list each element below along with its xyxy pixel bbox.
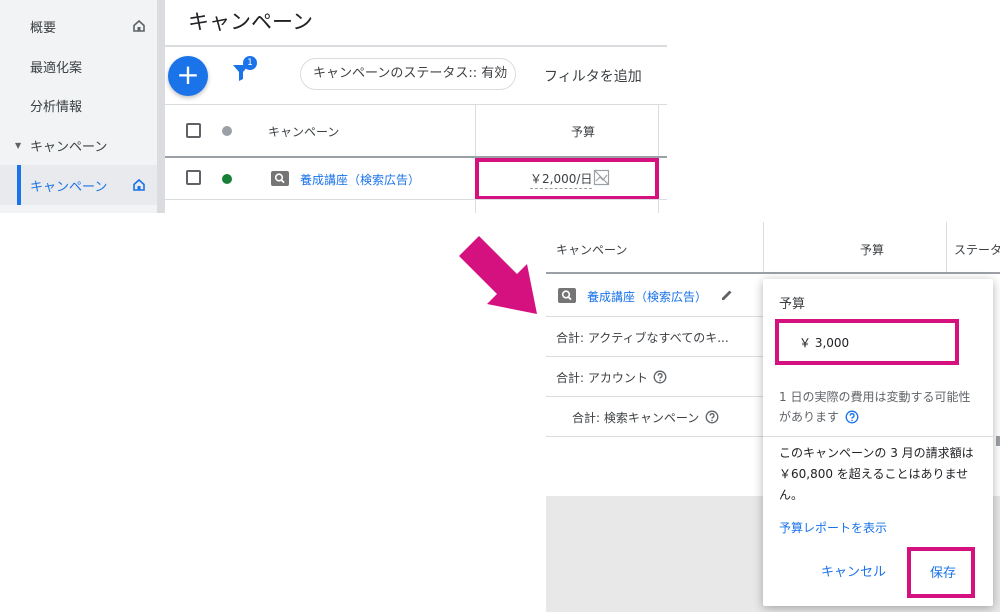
variance-note-text: 1 日の実際の費用は変動する可能性があります [779, 390, 971, 424]
column-header-budget[interactable]: 予算 [860, 241, 884, 258]
help-icon[interactable] [705, 410, 719, 424]
help-icon[interactable] [653, 370, 667, 384]
column-divider [946, 222, 947, 274]
row-checkbox[interactable] [186, 170, 201, 185]
divider [165, 45, 667, 47]
pencil-icon[interactable] [720, 288, 734, 302]
sidebar-item-label: 概要 [30, 20, 57, 36]
column-header-status[interactable]: ステータ [954, 241, 1000, 258]
select-all-checkbox[interactable] [186, 123, 201, 138]
total-row-label: 合計: アクティブなすべてのキ... [556, 331, 729, 345]
table-row: 合計: アカウント [546, 357, 763, 397]
save-highlight-box [907, 547, 975, 598]
search-campaign-icon [271, 171, 289, 186]
total-row-label: 合計: アカウント [556, 371, 648, 385]
sidebar-item-label: キャンペーン [30, 139, 108, 155]
home-icon [133, 178, 145, 191]
status-active-dot-icon [222, 174, 232, 184]
sidebar-group-campaigns[interactable]: ▼ キャンペーン [0, 125, 157, 165]
row-divider [165, 199, 667, 200]
sidebar-item-insights[interactable]: 分析情報 [0, 85, 157, 125]
popup-title: 予算 [779, 297, 806, 312]
active-indicator [17, 165, 21, 205]
column-header-campaign[interactable]: キャンペーン [556, 241, 627, 258]
divider [763, 436, 993, 437]
budget-highlight-box [475, 158, 659, 200]
top-screenshot: 概要 最適化案 分析情報 ▼ キャンペーン キャンペーン キャンペーン + 1 … [0, 0, 667, 213]
help-icon[interactable] [845, 410, 859, 424]
campaign-link[interactable]: 養成講座（検索広告） [300, 171, 420, 188]
status-dot-icon [222, 126, 232, 136]
sidebar-item-label: 分析情報 [30, 99, 83, 115]
campaign-link[interactable]: 養成講座（検索広告） [587, 288, 707, 305]
total-row-label: 合計: 検索キャンペーン [572, 411, 700, 425]
table-row: 合計: アクティブなすべてのキ... [546, 317, 763, 357]
search-campaign-icon [558, 288, 576, 303]
input-highlight-box [775, 319, 959, 365]
column-header-budget[interactable]: 予算 [571, 123, 595, 140]
add-filter-button[interactable]: フィルタを追加 [544, 66, 642, 86]
sidebar-item-overview[interactable]: 概要 [0, 6, 157, 46]
sidebar-item-label: キャンペーン [30, 179, 108, 195]
billing-info-text: このキャンペーンの 3 月の請求額は ￥60,800 を超えることはありません。 [779, 446, 974, 502]
table-row: 合計: 検索キャンペーン [546, 397, 763, 437]
sidebar-item-campaigns[interactable]: キャンペーン [0, 165, 157, 205]
filter-count-badge: 1 [243, 56, 257, 70]
column-header-campaign[interactable]: キャンペーン [268, 123, 339, 140]
popup-note: 1 日の実際の費用は変動する可能性があります [779, 387, 979, 427]
home-icon [133, 19, 145, 32]
column-divider [763, 222, 764, 274]
budget-edit-popup: 予算 1 日の実際の費用は変動する可能性があります このキャンペーンの 3 月の… [763, 279, 993, 606]
sidebar-item-recommendations[interactable]: 最適化案 [0, 46, 157, 86]
add-campaign-button[interactable]: + [168, 56, 208, 96]
divider [165, 104, 667, 105]
sidebar-divider [157, 0, 165, 213]
page-title: キャンペーン [188, 10, 313, 34]
arrow-down-right-icon [459, 236, 537, 314]
caret-down-icon: ▼ [15, 140, 22, 150]
budget-report-link[interactable]: 予算レポートを表示 [779, 519, 887, 536]
status-filter-chip[interactable]: キャンペーンのステータス:: 有効 [300, 58, 516, 90]
scrollbar-thumb[interactable] [996, 436, 1000, 446]
sidebar: 概要 最適化案 分析情報 ▼ キャンペーン キャンペーン [0, 0, 157, 213]
cancel-button[interactable]: キャンセル [821, 561, 886, 580]
sidebar-item-label: 最適化案 [30, 60, 83, 76]
